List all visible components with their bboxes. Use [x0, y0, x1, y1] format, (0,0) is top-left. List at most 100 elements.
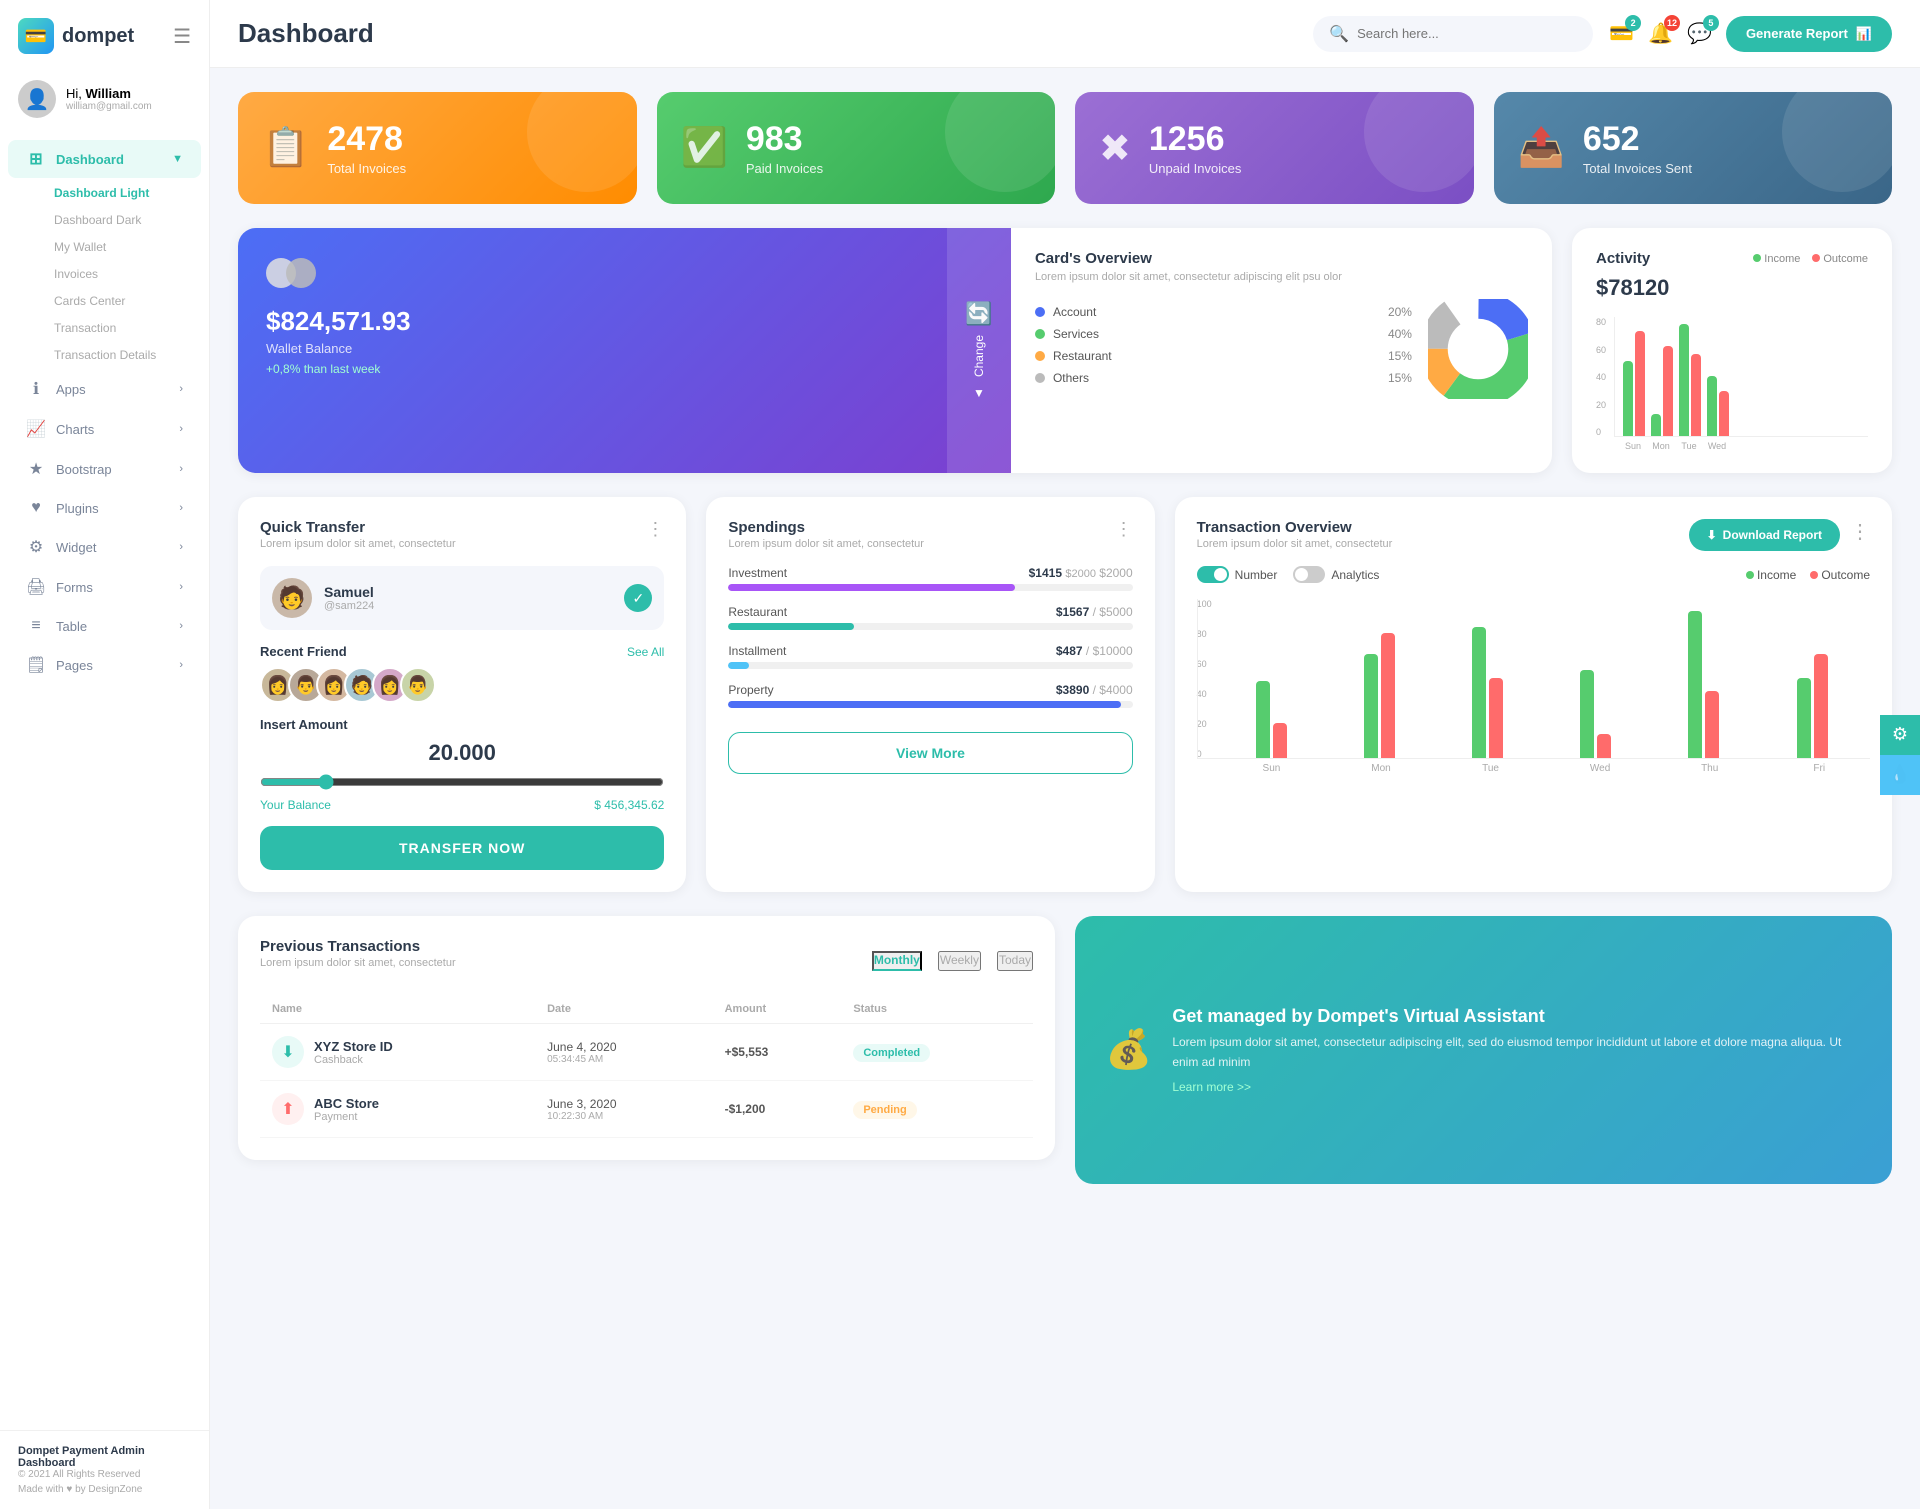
balance-label: Your Balance — [260, 798, 331, 812]
wallet-change: +0,8% than last week — [266, 362, 983, 376]
tx-bar-tue — [1438, 627, 1538, 758]
submenu-cards-center[interactable]: Cards Center — [44, 288, 201, 314]
submenu-my-wallet[interactable]: My Wallet — [44, 234, 201, 260]
activity-chart-wrap: 80 60 40 20 0 — [1596, 317, 1868, 451]
analytics-toggle[interactable] — [1293, 566, 1325, 583]
table-row: ⬆ ABC Store Payment June 3, 2020 10:22:3… — [260, 1081, 1033, 1138]
bar-wed-income — [1707, 376, 1717, 436]
tx-bar-wed — [1546, 670, 1646, 758]
chevron-right-icon: › — [179, 620, 183, 632]
sidebar-item-dashboard[interactable]: ⊞ Dashboard ▼ — [8, 140, 201, 178]
va-learn-more-link[interactable]: Learn more >> — [1172, 1080, 1251, 1094]
quick-transfer-menu-icon[interactable]: ⋮ — [646, 519, 664, 540]
total-invoices-num: 2478 — [327, 120, 406, 159]
unpaid-invoices-icon: ✖ — [1099, 126, 1131, 171]
toggle-number: Number — [1197, 566, 1278, 583]
tx-bar-thu-outcome — [1705, 691, 1719, 758]
toggle-number-label: Number — [1235, 568, 1278, 582]
va-desc: Lorem ipsum dolor sit amet, consectetur … — [1172, 1033, 1862, 1071]
activity-header: Activity Income Outcome — [1596, 250, 1868, 267]
sidebar-item-charts[interactable]: 📈 Charts › — [8, 410, 201, 448]
recent-friend-label: Recent Friend — [260, 644, 347, 659]
spending-investment-bar — [728, 584, 1015, 591]
activity-legend: Income Outcome — [1753, 253, 1868, 265]
main-content: Dashboard 🔍 💳 2 🔔 12 💬 5 Generate Report… — [210, 0, 1920, 1509]
sidebar-item-forms[interactable]: 🖨 Forms › — [8, 568, 201, 606]
tab-monthly[interactable]: Monthly — [872, 951, 922, 971]
spendings-title: Spendings — [728, 519, 924, 536]
submenu-transaction[interactable]: Transaction — [44, 315, 201, 341]
sidebar-item-label: Widget — [56, 540, 96, 555]
notification-icon-btn[interactable]: 🔔 12 — [1648, 21, 1673, 46]
sidebar-item-label: Forms — [56, 580, 93, 595]
theme-side-button[interactable]: 💧 — [1880, 755, 1920, 795]
number-toggle[interactable] — [1197, 566, 1229, 583]
hamburger-icon[interactable]: ☰ — [173, 24, 191, 49]
chevron-right-icon: › — [179, 423, 183, 435]
spending-investment-header: Investment $1415 $2000 $2000 — [728, 566, 1132, 580]
submenu-dashboard-light[interactable]: Dashboard Light — [44, 180, 201, 206]
tx-bar-sun-outcome — [1273, 723, 1287, 758]
droplet-icon: 💧 — [1889, 764, 1911, 785]
quick-transfer-card: Quick Transfer Lorem ipsum dolor sit ame… — [238, 497, 686, 892]
widget-icon: ⚙ — [26, 537, 46, 557]
tx-overview-menu-icon[interactable]: ⋮ — [1850, 519, 1870, 544]
tx-bar-x-labels: Sun Mon Tue Wed Thu Fri — [1197, 763, 1870, 774]
wallet-icon-btn[interactable]: 💳 2 — [1609, 21, 1634, 46]
tx-bar-tue-outcome — [1489, 678, 1503, 758]
download-report-button[interactable]: ⬇ Download Report — [1689, 519, 1840, 551]
col-date: Date — [535, 995, 713, 1024]
spendings-list: Investment $1415 $2000 $2000 — [728, 566, 1132, 708]
transfer-now-button[interactable]: TRANSFER NOW — [260, 826, 664, 870]
tx-bar-sun-income — [1256, 681, 1270, 758]
prev-tx-title: Previous Transactions — [260, 938, 872, 955]
tx-bar-tue-income — [1472, 627, 1486, 758]
sidebar-item-bootstrap[interactable]: ★ Bootstrap › — [8, 450, 201, 488]
wallet-amount: $824,571.93 — [266, 306, 983, 337]
tx-name-cell: ⬇ XYZ Store ID Cashback — [260, 1024, 535, 1081]
spendings-header: Spendings Lorem ipsum dolor sit amet, co… — [728, 519, 1132, 564]
view-more-button[interactable]: View More — [728, 732, 1132, 774]
user-email: william@gmail.com — [66, 101, 152, 112]
transaction-overview-card: Transaction Overview Lorem ipsum dolor s… — [1175, 497, 1892, 892]
submenu-invoices[interactable]: Invoices — [44, 261, 201, 287]
tx-date-cell: June 4, 2020 05:34:45 AM — [535, 1024, 713, 1081]
sidebar-item-table[interactable]: ≡ Table › — [8, 608, 201, 644]
spendings-menu-icon[interactable]: ⋮ — [1115, 519, 1133, 540]
submenu-transaction-details[interactable]: Transaction Details — [44, 342, 201, 368]
sidebar-item-label: Bootstrap — [56, 462, 112, 477]
sidebar-item-label: Plugins — [56, 501, 99, 516]
quick-transfer-title: Quick Transfer — [260, 519, 456, 536]
sidebar-item-plugins[interactable]: ♥ Plugins › — [8, 490, 201, 526]
tx-bar-thu — [1654, 611, 1754, 758]
download-icon: ⬇ — [1707, 528, 1717, 542]
tx-bar-sun — [1222, 681, 1322, 758]
mid-section: $824,571.93 Wallet Balance +0,8% than la… — [238, 228, 1892, 473]
see-all-link[interactable]: See All — [627, 645, 664, 659]
spending-installment-bar — [728, 662, 748, 669]
sidebar-item-widget[interactable]: ⚙ Widget › — [8, 528, 201, 566]
message-icon-btn[interactable]: 💬 5 — [1687, 21, 1712, 46]
tab-weekly[interactable]: Weekly — [938, 951, 981, 971]
amount-slider[interactable] — [260, 774, 664, 790]
wallet-label: Wallet Balance — [266, 341, 983, 356]
submenu-dashboard-dark[interactable]: Dashboard Dark — [44, 207, 201, 233]
chevron-down-icon: ▼ — [973, 386, 985, 400]
settings-side-button[interactable]: ⚙ — [1880, 715, 1920, 755]
last-row: Previous Transactions Lorem ipsum dolor … — [238, 916, 1892, 1184]
wallet-cards-overview: $824,571.93 Wallet Balance +0,8% than la… — [238, 228, 1552, 473]
generate-report-button[interactable]: Generate Report 📊 — [1726, 16, 1892, 52]
tx-amount-cell: -$1,200 — [713, 1081, 842, 1138]
change-button[interactable]: 🔄 Change ▼ — [947, 228, 1011, 473]
search-input[interactable] — [1357, 26, 1577, 41]
transfer-user: 🧑 Samuel @sam224 ✓ — [260, 566, 664, 630]
sidebar-item-apps[interactable]: ℹ Apps › — [8, 370, 201, 408]
spending-restaurant-bar — [728, 623, 853, 630]
prev-transactions-section: Previous Transactions Lorem ipsum dolor … — [238, 916, 1055, 1160]
sidebar-item-pages[interactable]: 🗒 Pages › — [8, 646, 201, 684]
generate-report-label: Generate Report — [1746, 26, 1848, 41]
total-invoices-icon: 📋 — [262, 126, 309, 170]
tab-today[interactable]: Today — [997, 951, 1033, 971]
bar-mon-outcome — [1663, 346, 1673, 436]
side-buttons: ⚙ 💧 — [1880, 715, 1920, 795]
